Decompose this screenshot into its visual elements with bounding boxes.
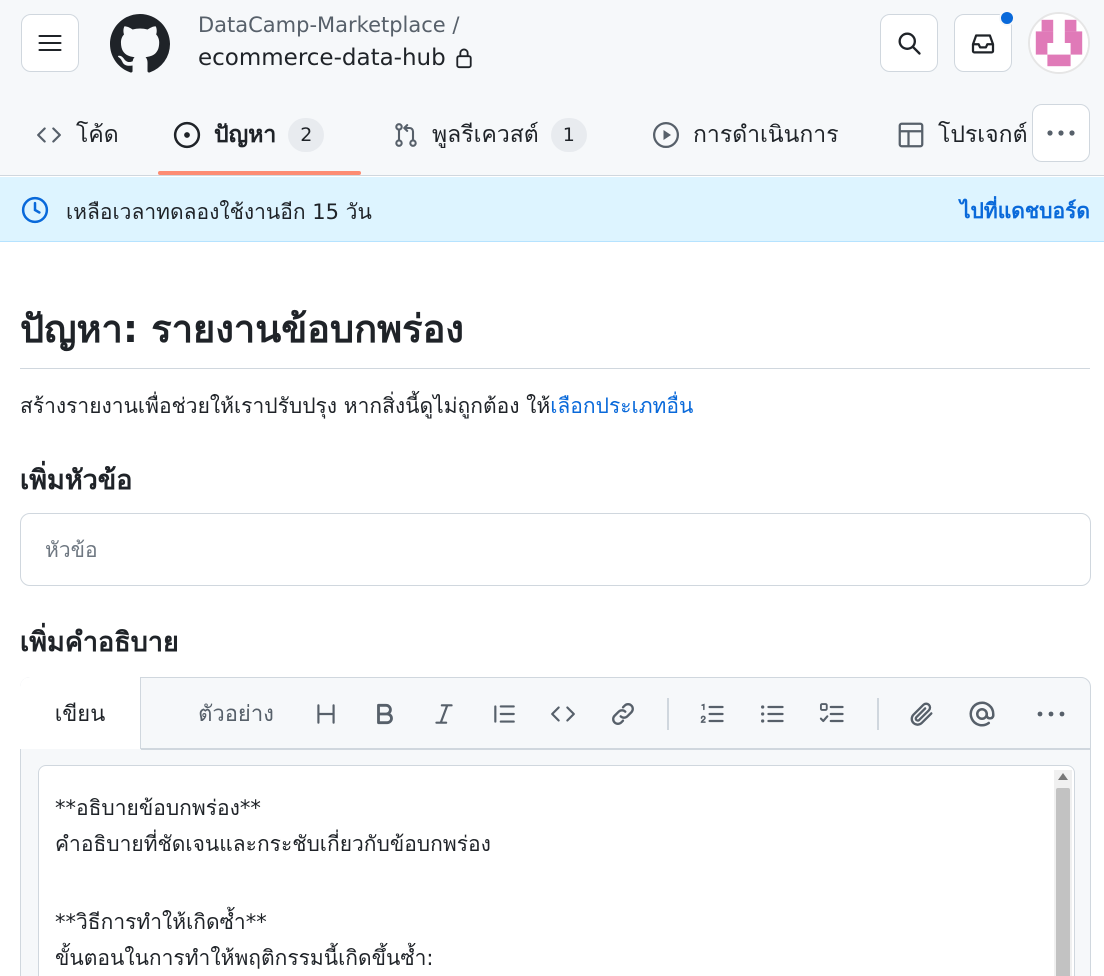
toolbar-divider <box>141 748 1091 750</box>
issue-opened-icon <box>173 121 201 149</box>
description-editor: เขียน ตัวอย่าง **อธิบายข้อบกพร่อง** คำอธ… <box>20 677 1091 976</box>
trial-remaining-text: เหลือเวลาทดลองใช้งานอีก 15 วัน <box>66 200 372 224</box>
tab-pulls-label: พูลรีเควสต์ <box>432 122 539 148</box>
user-avatar-icon <box>1030 14 1088 72</box>
tab-code[interactable]: โค้ด <box>34 96 119 174</box>
description-textarea[interactable]: **อธิบายข้อบกพร่อง** คำอธิบายที่ชัดเจนแล… <box>38 765 1075 976</box>
code-icon <box>551 706 575 722</box>
repo-owner-link[interactable]: DataCamp-Marketplace / <box>198 13 459 37</box>
bold-button[interactable] <box>367 696 403 732</box>
repo-tabs: โค้ด ปัญหา 2 พูลรีเควสต์ 1 การดำเนินการ … <box>0 96 1104 176</box>
tab-actions-label: การดำเนินการ <box>693 122 839 148</box>
pulls-count-badge: 1 <box>550 118 587 152</box>
page-title: ปัญหา: รายงานข้อบกพร่อง <box>20 307 464 351</box>
code-icon <box>37 127 61 143</box>
scroll-up-arrow-icon[interactable] <box>1058 773 1068 780</box>
quote-button[interactable] <box>486 696 522 732</box>
github-logo-icon[interactable] <box>110 14 170 74</box>
tab-pull-requests[interactable]: พูลรีเควสต์ 1 <box>392 96 587 174</box>
notification-dot <box>999 10 1015 26</box>
repo-name[interactable]: ecommerce-data-hub <box>198 45 474 71</box>
italic-button[interactable] <box>426 696 462 732</box>
task-list-button[interactable] <box>814 696 850 732</box>
toolbar-separator <box>667 698 669 730</box>
choose-other-type-link[interactable]: เลือกประเภทอื่น <box>550 394 693 418</box>
trial-banner: เหลือเวลาทดลองใช้งานอีก 15 วัน ไปที่แดชบ… <box>0 177 1104 242</box>
issue-title-input[interactable] <box>20 513 1091 586</box>
title-divider <box>20 368 1090 369</box>
attach-icon <box>910 702 933 726</box>
description-field-label: เพิ่มคำอธิบาย <box>20 627 179 658</box>
toolbar-separator <box>877 698 879 730</box>
more-icon <box>1037 711 1065 717</box>
search-button[interactable] <box>880 14 938 72</box>
textarea-line: ขั้นตอนในการทำให้พฤติกรรมนี้เกิดขึ้นซ้ำ: <box>55 946 434 970</box>
attach-button[interactable] <box>904 696 940 732</box>
bold-icon <box>377 703 393 725</box>
hamburger-icon <box>38 34 62 52</box>
numbered-list-button[interactable] <box>694 696 730 732</box>
repo-name-label: ecommerce-data-hub <box>198 45 446 71</box>
search-icon <box>898 32 921 55</box>
tab-preview[interactable]: ตัวอย่าง <box>141 678 331 749</box>
tab-projects-label: โปรเจกต์ <box>938 122 1028 148</box>
selected-tab-indicator <box>158 171 361 175</box>
table-icon <box>898 122 924 148</box>
tab-issues[interactable]: ปัญหา 2 <box>172 96 325 174</box>
italic-icon <box>435 704 453 724</box>
link-button[interactable] <box>605 696 641 732</box>
tab-projects[interactable]: โปรเจกต์ <box>896 96 1036 174</box>
play-icon <box>653 122 679 148</box>
heading-icon <box>317 704 335 724</box>
bulleted-list-icon <box>761 705 784 723</box>
clock-icon <box>21 196 49 224</box>
mention-button[interactable] <box>964 696 1000 732</box>
heading-button[interactable] <box>308 696 344 732</box>
lock-icon <box>456 48 472 69</box>
avatar[interactable] <box>1028 12 1090 74</box>
menu-button[interactable] <box>21 14 79 72</box>
numbered-list-icon <box>700 703 724 723</box>
git-pull-request-icon <box>395 123 417 147</box>
textarea-scrollbar[interactable] <box>1054 770 1072 976</box>
tab-write[interactable]: เขียน <box>20 677 141 749</box>
textarea-line: **วิธีการทำให้เกิดซ้ำ** <box>55 910 267 934</box>
code-button[interactable] <box>545 696 581 732</box>
tab-issues-label: ปัญหา <box>214 122 277 148</box>
more-tabs-button[interactable] <box>1032 104 1090 162</box>
intro-text: สร้างรายงานเพื่อช่วยให้เราปรับปรุง หากสิ… <box>20 390 693 423</box>
tab-actions[interactable]: การดำเนินการ <box>651 96 839 174</box>
scrollbar-thumb[interactable] <box>1056 788 1070 976</box>
bulleted-list-button[interactable] <box>754 696 790 732</box>
inbox-icon <box>971 34 995 54</box>
textarea-line: **อธิบายข้อบกพร่อง** <box>55 796 261 820</box>
kebab-horizontal-icon <box>1047 130 1075 136</box>
issues-count-badge: 2 <box>288 118 325 152</box>
title-field-label: เพิ่มหัวข้อ <box>20 465 133 496</box>
go-to-dashboard-link[interactable]: ไปที่แดชบอร์ด <box>960 195 1090 228</box>
quote-icon <box>494 705 515 723</box>
tab-code-label: โค้ด <box>76 122 119 148</box>
mention-icon <box>969 701 995 727</box>
task-list-icon <box>819 703 844 723</box>
textarea-line: คำอธิบายที่ชัดเจนและกระชับเกี่ยวกับข้อบก… <box>55 832 491 856</box>
app-header: DataCamp-Marketplace / ecommerce-data-hu… <box>0 0 1104 176</box>
link-icon <box>612 703 634 725</box>
more-formatting-button[interactable] <box>1033 696 1069 732</box>
intro-text-body: สร้างรายงานเพื่อช่วยให้เราปรับปรุง หากสิ… <box>20 394 551 418</box>
